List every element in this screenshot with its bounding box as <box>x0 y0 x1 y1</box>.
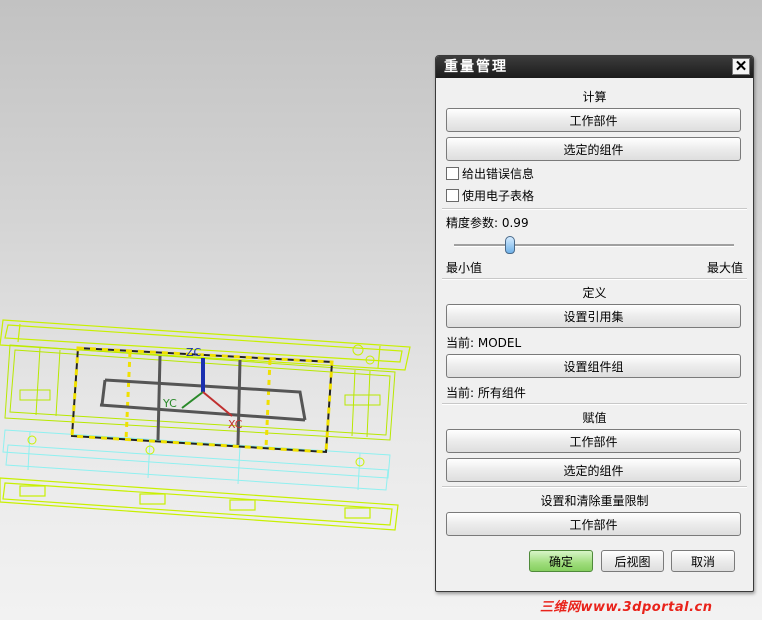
divider <box>442 486 747 488</box>
calc-selected-components-button[interactable]: 选定的组件 <box>446 137 741 161</box>
error-info-label: 给出错误信息 <box>462 167 535 181</box>
current-reference-set-text: 当前: MODEL <box>446 336 522 350</box>
calculate-section-label: 计算 <box>582 90 607 104</box>
spreadsheet-checkbox-row[interactable]: 使用电子表格 <box>446 187 534 205</box>
precision-label: 精度参数: 0.99 <box>446 216 529 230</box>
lower-plates <box>2 429 391 491</box>
calc-work-part-button[interactable]: 工作部件 <box>446 108 741 132</box>
dialog-titlebar[interactable]: 重量管理 <box>436 56 753 78</box>
precision-slider-track[interactable] <box>454 244 734 247</box>
assign-selected-components-button[interactable]: 选定的组件 <box>446 458 741 482</box>
set-component-group-button[interactable]: 设置组件组 <box>446 354 741 378</box>
divider <box>442 278 747 280</box>
axis-label-y: YC <box>163 397 177 410</box>
set-reference-set-button[interactable]: 设置引用集 <box>446 304 741 328</box>
precision-slider-thumb[interactable] <box>505 236 515 254</box>
limit-work-part-button[interactable]: 工作部件 <box>446 512 741 536</box>
weight-management-dialog: 重量管理 ✕ 计算 工作部件 选定的组件 给出错误信息 使用电子表格 精度参数:… <box>435 55 754 592</box>
axis-label-z: ZC <box>186 346 202 359</box>
current-component-group-text: 当前: 所有组件 <box>446 386 526 400</box>
ok-button[interactable]: 确定 <box>529 550 593 572</box>
mold-body <box>4 344 396 441</box>
spreadsheet-label: 使用电子表格 <box>462 189 535 203</box>
site-watermark: 三维网www.3dportal.cn <box>540 600 713 615</box>
weight-limit-section-label: 设置和清除重量限制 <box>540 494 649 508</box>
back-view-button[interactable]: 后视图 <box>601 550 664 572</box>
cancel-button[interactable]: 取消 <box>671 550 735 572</box>
define-section-label: 定义 <box>582 286 607 300</box>
spreadsheet-checkbox[interactable] <box>446 189 459 202</box>
error-info-checkbox[interactable] <box>446 167 459 180</box>
divider <box>442 208 747 210</box>
dialog-title: 重量管理 <box>444 59 508 75</box>
assign-section-label: 赋值 <box>582 411 607 425</box>
slider-max-label: 最大值 <box>706 261 743 275</box>
error-info-checkbox-row[interactable]: 给出错误信息 <box>446 165 534 183</box>
bottom-plate <box>0 477 399 531</box>
close-icon[interactable]: ✕ <box>732 58 750 75</box>
divider <box>442 403 747 405</box>
axis-label-x: XC <box>228 418 243 431</box>
slider-min-label: 最小值 <box>446 261 483 275</box>
assign-work-part-button[interactable]: 工作部件 <box>446 429 741 453</box>
y-axis-line <box>181 391 204 409</box>
